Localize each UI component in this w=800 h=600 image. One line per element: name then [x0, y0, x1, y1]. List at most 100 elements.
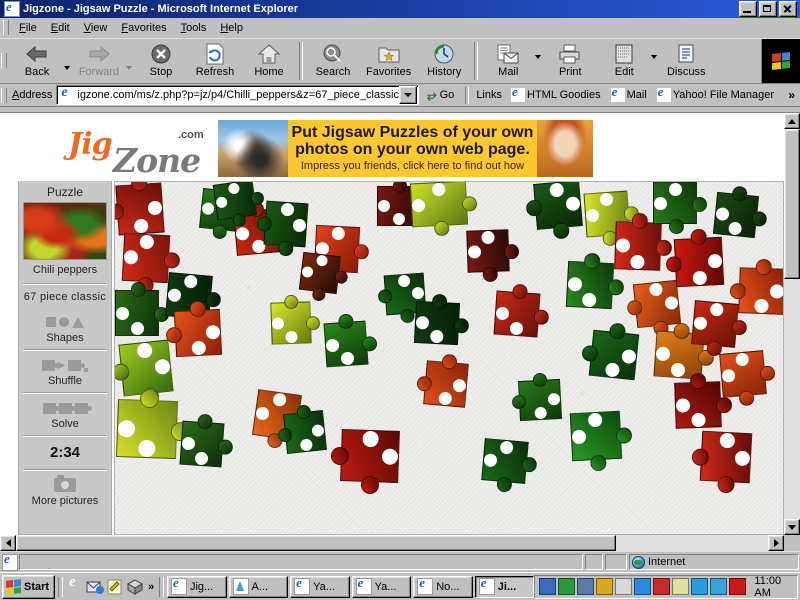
refresh-button[interactable]: Refresh [188, 39, 242, 83]
link-yahoo-file-manager[interactable]: Yahoo! File Manager [652, 84, 779, 102]
puzzle-piece[interactable] [691, 300, 748, 357]
pencil-tray-icon[interactable] [653, 578, 671, 595]
jigsaw-board[interactable] [114, 181, 784, 535]
status-zone[interactable]: Internet [629, 554, 799, 570]
puzzle-piece[interactable] [493, 283, 550, 338]
puzzle-piece[interactable] [330, 429, 400, 495]
puzzle-piece[interactable] [511, 372, 563, 422]
address-grip[interactable] [1, 87, 7, 103]
forward-button[interactable]: Forward [72, 39, 126, 83]
address-input[interactable]: igzone.com/ms/z.php?p=jz/p4/Chilli_peppe… [56, 85, 420, 105]
aol-tray-icon[interactable] [710, 578, 728, 595]
puzzle-piece[interactable] [569, 410, 633, 471]
puzzle-piece[interactable] [166, 300, 223, 358]
horizontal-scrollbar[interactable] [0, 535, 784, 551]
stop-button[interactable]: Stop [134, 39, 188, 83]
edit-dropdown[interactable] [651, 39, 659, 83]
puzzle-thumbnail[interactable] [23, 202, 107, 260]
puzzle-piece[interactable] [323, 313, 378, 368]
back-button[interactable]: Back [10, 39, 64, 83]
menu-help[interactable]: Help [213, 20, 250, 36]
modem-tray-icon[interactable] [539, 578, 557, 595]
puzzle-piece[interactable] [481, 438, 538, 493]
task-button-notepad[interactable]: No... [413, 575, 473, 598]
task-button-yahoo-1[interactable]: Ya... [290, 575, 350, 598]
printer-tray-icon[interactable] [577, 578, 595, 595]
vertical-scrollbar[interactable] [784, 113, 800, 535]
mouse-tray-icon[interactable] [615, 578, 633, 595]
media-tray-icon[interactable] [691, 578, 709, 595]
favorites-button[interactable]: Favorites [360, 39, 417, 83]
link-mail[interactable]: Mail [606, 84, 652, 102]
puzzle-piece[interactable] [256, 200, 309, 257]
scroll-left-button[interactable] [0, 535, 16, 551]
puzzle-piece[interactable] [115, 182, 165, 236]
equalizer-tray-icon[interactable] [558, 578, 576, 595]
puzzle-piece[interactable] [115, 339, 174, 406]
desktop-quicklaunch-icon[interactable] [126, 578, 144, 596]
scroll-right-button[interactable] [768, 535, 784, 551]
puzzle-piece[interactable] [666, 228, 725, 288]
puzzle-piece[interactable] [212, 182, 265, 228]
quicklaunch-overflow-chevron[interactable]: » [146, 581, 156, 593]
task-button-jig[interactable]: Jig... [166, 575, 227, 598]
menu-tools[interactable]: Tools [174, 20, 214, 36]
discuss-button[interactable]: Discuss [659, 39, 713, 83]
go-button[interactable]: ⥂ Go [419, 88, 462, 103]
home-button[interactable]: Home [242, 39, 296, 83]
horizontal-scroll-thumb[interactable] [16, 535, 616, 551]
puzzle-piece[interactable] [691, 430, 753, 494]
menu-grip[interactable] [3, 20, 9, 35]
puzzle-piece[interactable] [712, 185, 768, 239]
puzzle-piece[interactable] [298, 251, 349, 302]
menu-favorites[interactable]: Favorites [114, 20, 173, 36]
mail-button[interactable]: Mail [481, 39, 535, 83]
puzzle-piece[interactable] [121, 232, 180, 294]
restore-button[interactable] [759, 1, 777, 17]
back-dropdown[interactable] [64, 39, 72, 83]
mail-dropdown[interactable] [535, 39, 543, 83]
puzzle-piece[interactable] [116, 389, 190, 460]
address-dropdown-button[interactable] [399, 86, 418, 104]
advertisement-banner[interactable]: Put Jigsaw Puzzles of your own photos on… [218, 119, 593, 177]
menu-view[interactable]: View [77, 20, 115, 36]
meter-tray-icon[interactable] [672, 578, 690, 595]
link-html-goodies[interactable]: HTML Goodies [506, 84, 606, 102]
puzzle-piece[interactable] [115, 281, 170, 336]
puzzle-piece[interactable] [626, 279, 682, 337]
toolbar-grip[interactable] [1, 53, 7, 68]
outlook-quicklaunch-icon[interactable] [86, 578, 104, 596]
edit-button[interactable]: Edit [597, 39, 651, 83]
menu-edit[interactable]: Edit [44, 20, 77, 36]
puzzle-piece[interactable] [674, 373, 732, 429]
more-pictures-button[interactable]: More pictures [21, 472, 109, 511]
start-button[interactable]: Start [2, 574, 56, 599]
puzzle-piece[interactable] [179, 413, 234, 468]
forward-dropdown[interactable] [126, 39, 134, 83]
puzzle-piece[interactable] [581, 322, 640, 381]
puzzle-piece[interactable] [730, 259, 783, 315]
vertical-scroll-thumb[interactable] [784, 129, 800, 279]
puzzle-piece[interactable] [416, 353, 469, 408]
puzzle-piece[interactable] [565, 253, 624, 310]
scroll-up-button[interactable] [784, 113, 800, 129]
search-button[interactable]: Search [306, 39, 360, 83]
notepad-quicklaunch-icon[interactable] [106, 578, 124, 596]
shuffle-button[interactable]: ▶ Shuffle [21, 352, 109, 391]
puzzle-piece[interactable] [525, 182, 583, 240]
network-globe-tray-icon[interactable] [634, 578, 652, 595]
task-button-yahoo-2[interactable]: Ya... [351, 575, 412, 598]
puzzle-piece[interactable] [719, 350, 776, 407]
links-overflow-chevron[interactable]: » [788, 88, 800, 102]
print-button[interactable]: Print [543, 39, 597, 83]
volume-tray-icon[interactable] [596, 578, 614, 595]
puzzle-piece[interactable] [653, 182, 708, 235]
puzzle-piece[interactable] [409, 182, 478, 237]
minimize-button[interactable] [739, 1, 757, 17]
ie-quicklaunch-icon[interactable] [66, 578, 84, 596]
history-button[interactable]: History [417, 39, 471, 83]
scroll-down-button[interactable] [784, 519, 800, 535]
antivirus-tray-icon[interactable] [729, 578, 747, 595]
shapes-button[interactable]: Shapes [21, 309, 109, 348]
jigzone-logo[interactable]: Jig Zone .com [18, 119, 218, 180]
